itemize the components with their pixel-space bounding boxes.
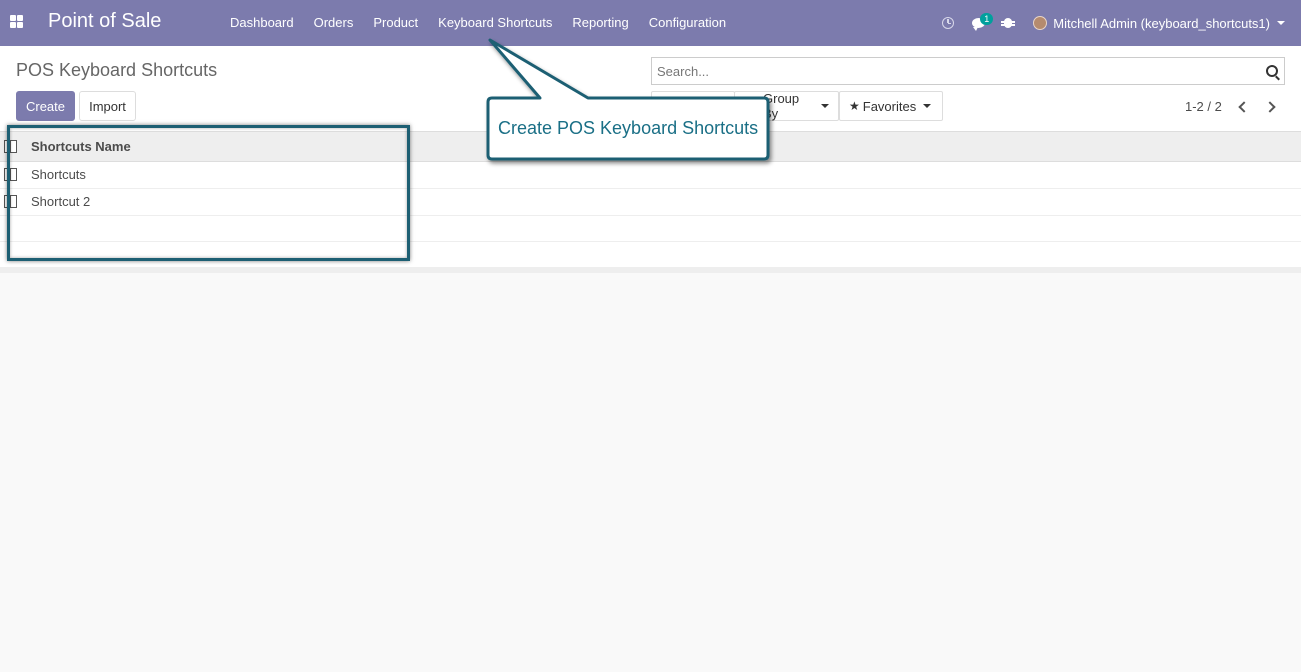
search-icon[interactable]: [1266, 65, 1278, 77]
filters-button[interactable]: [651, 91, 735, 121]
row-select-cell: [0, 188, 27, 216]
select-all-checkbox[interactable]: [4, 139, 17, 153]
message-count-badge: 1: [980, 13, 994, 25]
group-by-button[interactable]: Group By: [734, 91, 839, 121]
avatar: [1033, 16, 1048, 30]
table-footer: [0, 267, 1301, 273]
menu-product[interactable]: Product: [363, 0, 428, 46]
callout-text: Create POS Keyboard Shortcuts: [498, 118, 759, 138]
table-row[interactable]: Shortcuts: [0, 161, 1301, 189]
menu-configuration[interactable]: Configuration: [639, 0, 736, 46]
row-name[interactable]: Shortcuts: [27, 161, 1301, 189]
apps-menu-icon[interactable]: [10, 15, 23, 28]
chevron-left-icon[interactable]: [1236, 100, 1248, 114]
messaging-button[interactable]: 1: [963, 0, 994, 46]
page-title: POS Keyboard Shortcuts: [16, 60, 218, 80]
chevron-down-icon: [821, 104, 829, 108]
favorites-label: Favorites: [862, 98, 917, 114]
empty-row: [0, 241, 1301, 268]
row-select-cell: [0, 161, 27, 189]
menu-reporting[interactable]: Reporting: [562, 0, 638, 46]
chevron-right-icon[interactable]: [1265, 100, 1277, 114]
favorites-button[interactable]: ★ Favorites: [839, 91, 943, 121]
menu-orders[interactable]: Orders: [304, 0, 364, 46]
table-row[interactable]: Shortcut 2: [0, 188, 1301, 216]
group-by-label: Group By: [763, 91, 800, 121]
chevron-down-icon: [1277, 21, 1285, 25]
create-button[interactable]: Create: [16, 91, 75, 121]
import-button[interactable]: Import: [79, 91, 136, 121]
app-brand[interactable]: Point of Sale: [48, 10, 161, 33]
user-name: Mitchell Admin (keyboard_shortcuts1): [1053, 15, 1270, 31]
debug-button[interactable]: [993, 0, 1023, 46]
user-menu[interactable]: Mitchell Admin (keyboard_shortcuts1): [1023, 16, 1301, 31]
row-name[interactable]: Shortcut 2: [27, 188, 1301, 216]
bug-icon: [1001, 18, 1016, 28]
row-checkbox[interactable]: [4, 195, 17, 208]
chevron-down-icon: [923, 104, 932, 108]
menu-keyboard-shortcuts[interactable]: Keyboard Shortcuts: [428, 0, 562, 46]
clock-icon: [942, 17, 955, 29]
main-menu: Dashboard Orders Product Keyboard Shortc…: [220, 0, 736, 46]
top-navbar: Point of Sale Dashboard Orders Product K…: [0, 0, 1301, 46]
row-checkbox[interactable]: [4, 168, 17, 181]
systray: 1 Mitchell Admin (keyboard_shortcuts1): [933, 0, 1301, 46]
search-bar: [651, 57, 1285, 85]
search-input[interactable]: [652, 58, 1252, 84]
pager-value[interactable]: 1-2 / 2: [1185, 99, 1222, 114]
star-icon: ★: [849, 99, 860, 113]
menu-dashboard[interactable]: Dashboard: [220, 0, 304, 46]
activity-button[interactable]: [933, 0, 963, 46]
select-all-cell: [0, 132, 27, 162]
list-table: Shortcuts Name Shortcuts Shortcut 2: [0, 132, 1301, 268]
empty-row: [0, 215, 1301, 242]
